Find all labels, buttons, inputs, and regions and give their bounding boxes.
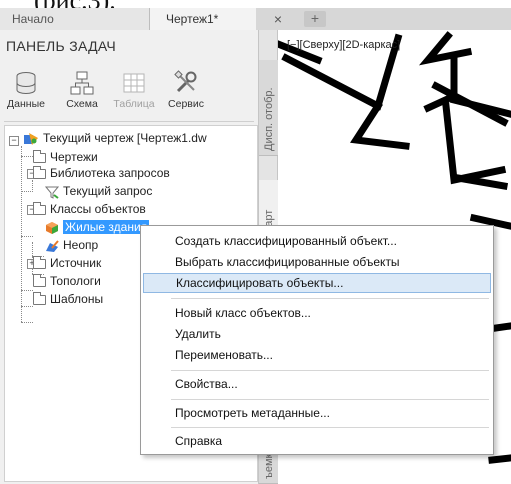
data-button-label: Данные — [7, 98, 45, 110]
tree-item-label: Текущий запрос — [63, 184, 153, 198]
menu-separator — [171, 370, 489, 371]
tree-item-nonres[interactable]: Неопр — [45, 236, 98, 254]
tree-line — [21, 146, 22, 322]
tab-start[interactable]: Начало — [0, 8, 150, 30]
feature-class-edit-icon — [46, 240, 59, 252]
menu-item-classify-objects[interactable]: Классифицировать объекты... — [143, 273, 491, 293]
folder-icon — [33, 291, 46, 305]
toolbar-separator — [4, 121, 254, 122]
menu-item-select-classified-objects[interactable]: Выбрать классифицированные объекты — [143, 252, 491, 272]
menu-item-create-classified-object[interactable]: Создать классифицированный объект... — [143, 231, 491, 251]
menu-item-rename[interactable]: Переименовать... — [143, 345, 491, 365]
schema-icon — [70, 71, 94, 95]
service-button[interactable]: Сервис — [160, 68, 212, 116]
tree-item-label: Чертежи — [50, 150, 98, 164]
tree-item-current-drawing[interactable]: Текущий чертеж [Чертеж1.dw — [23, 129, 207, 147]
folder-icon — [33, 201, 46, 215]
menu-item-properties[interactable]: Свойства... — [143, 374, 491, 394]
menu-separator — [171, 399, 489, 400]
tree-item-templates[interactable]: Шаблоны — [33, 290, 103, 308]
new-tab-icon[interactable]: + — [304, 11, 326, 27]
tree-item-label: Текущий чертеж [Чертеж1.dw — [43, 131, 207, 145]
task-pane-toolbar: Данные Схема Таблица Сервис — [0, 68, 258, 118]
close-tab-icon[interactable]: × — [270, 8, 286, 30]
tree-line — [21, 236, 33, 237]
folder-icon — [33, 255, 46, 269]
context-menu: Создать классифицированный объект... Выб… — [140, 225, 494, 455]
tree-item-label: Топологи — [50, 274, 101, 288]
folder-icon — [33, 149, 46, 163]
tree-item-object-classes[interactable]: Классы объектов — [33, 200, 146, 218]
table-button-label: Таблица — [113, 98, 155, 110]
tab-display-manager-label: Дисп. отобр. — [263, 87, 275, 151]
folder-icon — [33, 273, 46, 287]
service-button-label: Сервис — [168, 98, 204, 110]
file-tab-bar: Начало Чертеж1* × + — [0, 8, 511, 30]
menu-separator — [171, 427, 489, 428]
task-pane-title: ПАНЕЛЬ ЗАДАЧ — [6, 38, 117, 54]
tree-item-label: Библиотека запросов — [50, 166, 170, 180]
query-filter-icon — [45, 186, 59, 199]
map-drawing-icon — [24, 132, 38, 145]
tree-item-residential-buildings[interactable]: Жилые здания — [45, 218, 150, 236]
tree-line — [21, 306, 33, 307]
menu-separator — [171, 298, 489, 299]
menu-item-view-metadata[interactable]: Просмотреть метаданные... — [143, 403, 491, 423]
tree-line — [21, 290, 33, 291]
data-button[interactable]: Данные — [0, 68, 52, 116]
tree-collapse-root[interactable]: − — [9, 136, 19, 146]
tab-drawing1[interactable]: Чертеж1* — [150, 8, 256, 30]
table-button[interactable]: Таблица — [108, 68, 160, 116]
menu-item-help[interactable]: Справка — [143, 431, 491, 451]
tab-display-manager[interactable]: Дисп. отобр. — [259, 60, 278, 156]
tab-survey-label: ъемк — [263, 453, 275, 479]
tree-item-label: Источник — [50, 256, 102, 270]
schema-button-label: Схема — [66, 98, 98, 110]
tools-icon — [174, 70, 197, 93]
menu-item-new-object-class[interactable]: Новый класс объектов... — [143, 303, 491, 323]
schema-button[interactable]: Схема — [56, 68, 108, 116]
viewport-controls-label[interactable]: [−][Сверху][2D-каркас] — [287, 39, 400, 51]
table-icon — [123, 73, 145, 93]
tree-item-label: Шаблоны — [50, 292, 104, 306]
folder-icon — [33, 165, 46, 179]
menu-item-delete[interactable]: Удалить — [143, 324, 491, 344]
tree-item-sources[interactable]: Источник — [33, 254, 101, 272]
tree-item-query-library[interactable]: Библиотека запросов — [33, 164, 170, 182]
tree-item-topology[interactable]: Топологи — [33, 272, 101, 290]
tree-line — [21, 156, 33, 157]
tree-line — [21, 322, 33, 323]
tree-item-current-query[interactable]: Текущий запрос — [45, 182, 152, 200]
tree-item-label: Жилые здания — [63, 220, 150, 234]
tree-item-label: Неопр — [63, 238, 99, 252]
feature-class-icon — [46, 221, 58, 234]
tree-item-label: Классы объектов — [50, 202, 146, 216]
database-icon — [16, 72, 36, 94]
